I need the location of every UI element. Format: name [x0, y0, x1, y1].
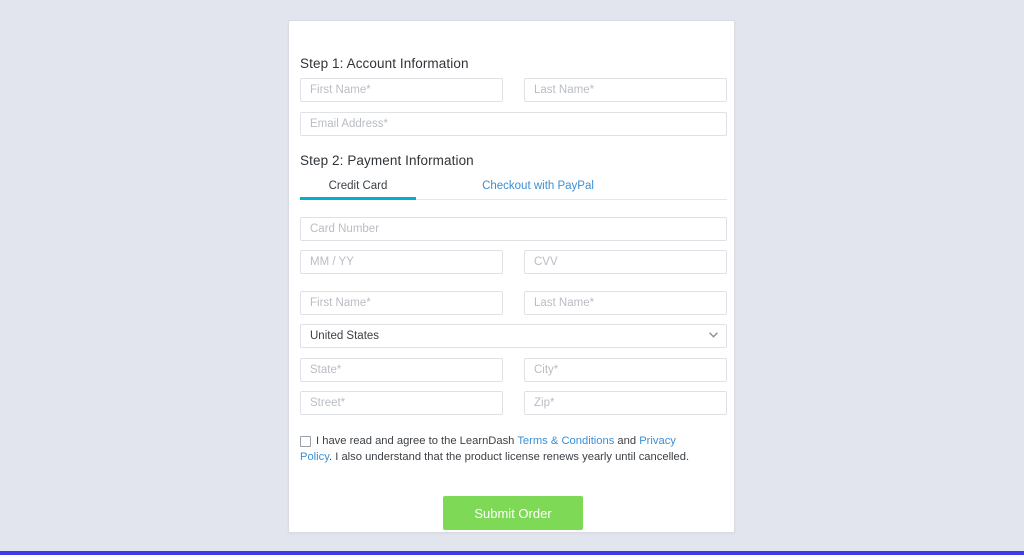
page-background: Step 1: Account Information Step 2: Paym…	[0, 0, 1024, 551]
tab-checkout-with-paypal[interactable]: Checkout with PayPal	[443, 179, 633, 193]
step-2-heading: Step 2: Payment Information	[300, 153, 474, 168]
terms-agreement: I have read and agree to the LearnDash T…	[300, 434, 700, 465]
first-name-account-input[interactable]	[300, 78, 503, 102]
card-number-input[interactable]	[300, 217, 727, 241]
terms-text-middle: and	[614, 435, 640, 447]
card-cvv-input[interactable]	[524, 250, 727, 274]
card-expiry-input[interactable]	[300, 250, 503, 274]
terms-text-after: . I also understand that the product lic…	[329, 450, 690, 463]
step-1-heading: Step 1: Account Information	[300, 56, 469, 71]
payment-method-tabs: Credit Card Checkout with PayPal	[300, 179, 727, 200]
state-input[interactable]	[300, 358, 503, 382]
city-input[interactable]	[524, 358, 727, 382]
terms-checkbox[interactable]	[300, 436, 311, 447]
terms-text-before: I have read and agree to the LearnDash	[316, 435, 518, 447]
submit-order-button[interactable]: Submit Order	[443, 496, 583, 530]
street-input[interactable]	[300, 391, 503, 415]
country-select-wrapper: United States	[300, 324, 727, 348]
last-name-billing-input[interactable]	[524, 291, 727, 315]
email-address-input[interactable]	[300, 112, 727, 136]
last-name-account-input[interactable]	[524, 78, 727, 102]
first-name-billing-input[interactable]	[300, 291, 503, 315]
tab-credit-card[interactable]: Credit Card	[300, 179, 416, 200]
checkout-card: Step 1: Account Information Step 2: Paym…	[288, 20, 735, 533]
country-select[interactable]: United States	[300, 324, 727, 348]
tab-paypal-label: Checkout with PayPal	[482, 180, 594, 192]
tab-credit-card-label: Credit Card	[328, 180, 388, 192]
tab-active-underline	[300, 197, 416, 200]
terms-and-conditions-link[interactable]: Terms & Conditions	[517, 435, 614, 447]
zip-input[interactable]	[524, 391, 727, 415]
